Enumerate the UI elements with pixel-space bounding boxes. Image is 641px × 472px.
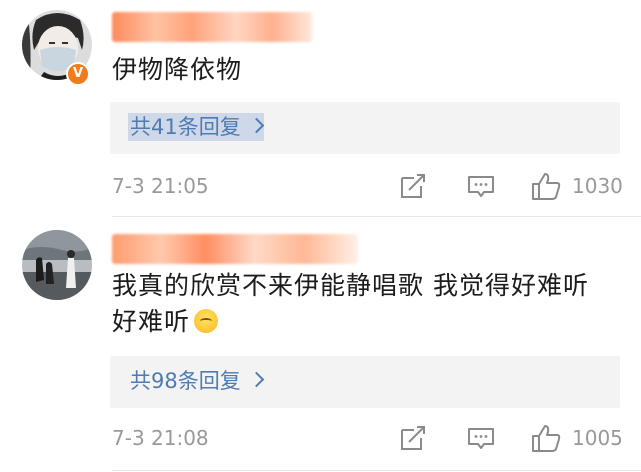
replies-count-label: 共41条回复 bbox=[130, 115, 241, 139]
divider bbox=[112, 470, 641, 471]
comment-meta: 7-3 21:08 1005 bbox=[0, 418, 641, 458]
share-edit-button[interactable] bbox=[398, 423, 428, 457]
disgusted-face-emoji-icon bbox=[194, 309, 219, 333]
comment-icon bbox=[468, 428, 494, 449]
comment-meta: 7-3 21:05 1030 bbox=[0, 166, 641, 206]
like-button[interactable] bbox=[530, 171, 562, 205]
share-edit-button[interactable] bbox=[398, 171, 428, 205]
replies-count-label: 共98条回复 bbox=[130, 369, 241, 393]
view-replies-link[interactable]: 共98条回复 bbox=[128, 367, 265, 395]
username-redacted[interactable] bbox=[112, 234, 358, 264]
comment-item: V 伊物降依物 共41条回复 7-3 21:05 1030 bbox=[0, 0, 641, 218]
comment-button[interactable] bbox=[466, 423, 496, 457]
view-replies-link[interactable]: 共41条回复 bbox=[128, 113, 265, 141]
avatar[interactable] bbox=[22, 230, 92, 300]
comment-time: 7-3 21:05 bbox=[112, 174, 209, 198]
replies-panel[interactable]: 共41条回复 bbox=[110, 102, 620, 154]
share-edit-icon bbox=[401, 174, 425, 198]
share-edit-icon bbox=[401, 426, 425, 450]
comment-text: 伊物降依物 bbox=[112, 55, 243, 84]
comment-text-line: 好难听 bbox=[112, 307, 191, 336]
thumbs-up-icon bbox=[532, 173, 561, 200]
comment-icon bbox=[468, 176, 494, 197]
comment-time: 7-3 21:08 bbox=[112, 426, 209, 450]
comment-text: 我真的欣赏不来伊能静唱歌 我觉得好难听 好难听 bbox=[112, 268, 632, 340]
divider bbox=[112, 216, 641, 217]
thumbs-up-icon bbox=[532, 425, 561, 452]
chevron-right-icon bbox=[248, 117, 265, 134]
like-button[interactable] bbox=[530, 423, 562, 457]
username-redacted[interactable] bbox=[112, 12, 312, 42]
comment-text-line: 我真的欣赏不来伊能静唱歌 我觉得好难听 bbox=[112, 271, 589, 300]
like-count: 1005 bbox=[572, 426, 623, 450]
chevron-right-icon bbox=[248, 371, 265, 388]
like-count: 1030 bbox=[572, 174, 623, 198]
comment-text-line-end: 好难听 bbox=[112, 304, 632, 340]
replies-panel[interactable]: 共98条回复 bbox=[110, 356, 620, 408]
comment-button[interactable] bbox=[466, 171, 496, 205]
verified-badge-icon: V bbox=[66, 62, 90, 86]
comment-item: 我真的欣赏不来伊能静唱歌 我觉得好难听 好难听 共98条回复 7-3 21:08 bbox=[0, 218, 641, 472]
